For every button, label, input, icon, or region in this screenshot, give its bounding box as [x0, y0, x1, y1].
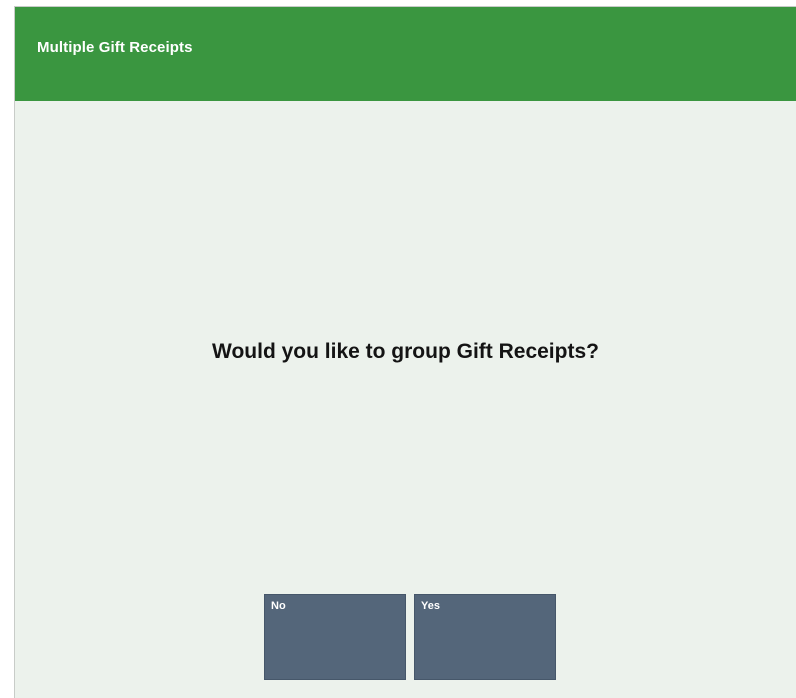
title-bar: Multiple Gift Receipts	[15, 7, 796, 101]
no-button[interactable]: No	[264, 594, 406, 680]
dialog-window: Multiple Gift Receipts Would you like to…	[14, 6, 796, 698]
no-button-label: No	[271, 600, 286, 612]
dialog-title: Multiple Gift Receipts	[37, 39, 193, 56]
yes-button[interactable]: Yes	[414, 594, 556, 680]
prompt-message: Would you like to group Gift Receipts?	[212, 340, 599, 363]
yes-button-label: Yes	[421, 600, 440, 612]
